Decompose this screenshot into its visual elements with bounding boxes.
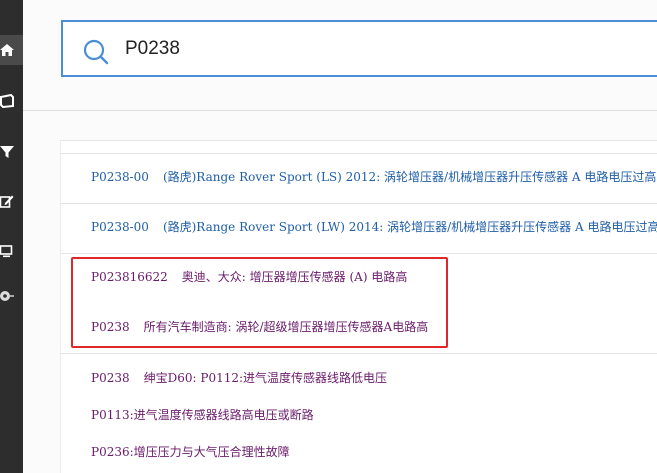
result-code: P023816622 <box>91 270 168 284</box>
row-divider <box>61 353 657 354</box>
result-text: 绅宝D60: P0112:进气温度传感器线路低电压 <box>143 371 388 385</box>
result-item-4[interactable]: P0238 所有汽车制造商: 涡轮/超级增压器增压传感器A电路高 <box>91 319 428 335</box>
filter-icon <box>0 146 14 158</box>
home-icon <box>0 44 14 56</box>
sidebar-item-settings[interactable] <box>0 281 23 311</box>
row-divider <box>61 253 657 254</box>
result-text: 奥迪、大众: 增压器增压传感器 (A) 电路高 <box>181 270 408 284</box>
sidebar-item-filter[interactable] <box>0 137 23 167</box>
search-box[interactable] <box>61 20 657 77</box>
results-list: P0238-00 (路虎)Range Rover Sport (LS) 2012:… <box>60 140 657 473</box>
result-item-2[interactable]: P0238-00 (路虎)Range Rover Sport (LW) 2014:… <box>91 219 657 235</box>
sidebar <box>0 0 23 473</box>
result-code: P0238-00 <box>91 220 149 234</box>
search-input[interactable] <box>125 34 657 64</box>
result-code: P0238 <box>91 320 130 334</box>
sidebar-item-edit[interactable] <box>0 186 23 216</box>
settings-icon <box>0 291 14 301</box>
sidebar-item-book[interactable] <box>0 86 23 116</box>
result-item-3[interactable]: P023816622 奥迪、大众: 增压器增压传感器 (A) 电路高 <box>91 269 407 285</box>
result-text: P0236:增压压力与大气压合理性故障 <box>91 445 290 459</box>
result-item-7[interactable]: P0236:增压压力与大气压合理性故障 <box>91 444 290 460</box>
result-text: (路虎)Range Rover Sport (LS) 2012: 涡轮增压器/机… <box>162 170 657 184</box>
row-divider <box>61 153 657 154</box>
result-code: P0238-00 <box>91 170 149 184</box>
sidebar-item-home[interactable] <box>0 35 23 65</box>
result-text: 所有汽车制造商: 涡轮/超级增压器增压传感器A电路高 <box>143 320 429 334</box>
row-divider <box>61 203 657 204</box>
result-text: (路虎)Range Rover Sport (LW) 2014: 涡轮增压器/机… <box>162 220 657 234</box>
result-code: P0238 <box>91 371 130 385</box>
result-item-6[interactable]: P0113:进气温度传感器线路高电压或断路 <box>91 407 314 423</box>
edit-icon <box>0 195 14 208</box>
result-item-5[interactable]: P0238 绅宝D60: P0112:进气温度传感器线路低电压 <box>91 370 387 386</box>
result-item-1[interactable]: P0238-00 (路虎)Range Rover Sport (LS) 2012:… <box>91 169 657 185</box>
search-icon[interactable] <box>83 39 109 65</box>
book-icon <box>0 94 14 108</box>
result-text: P0113:进气温度传感器线路高电压或断路 <box>91 408 314 422</box>
search-header <box>23 0 657 111</box>
sidebar-item-monitor[interactable] <box>0 236 23 266</box>
page: P0238-00 (路虎)Range Rover Sport (LS) 2012:… <box>0 0 657 473</box>
monitor-icon <box>0 245 13 258</box>
